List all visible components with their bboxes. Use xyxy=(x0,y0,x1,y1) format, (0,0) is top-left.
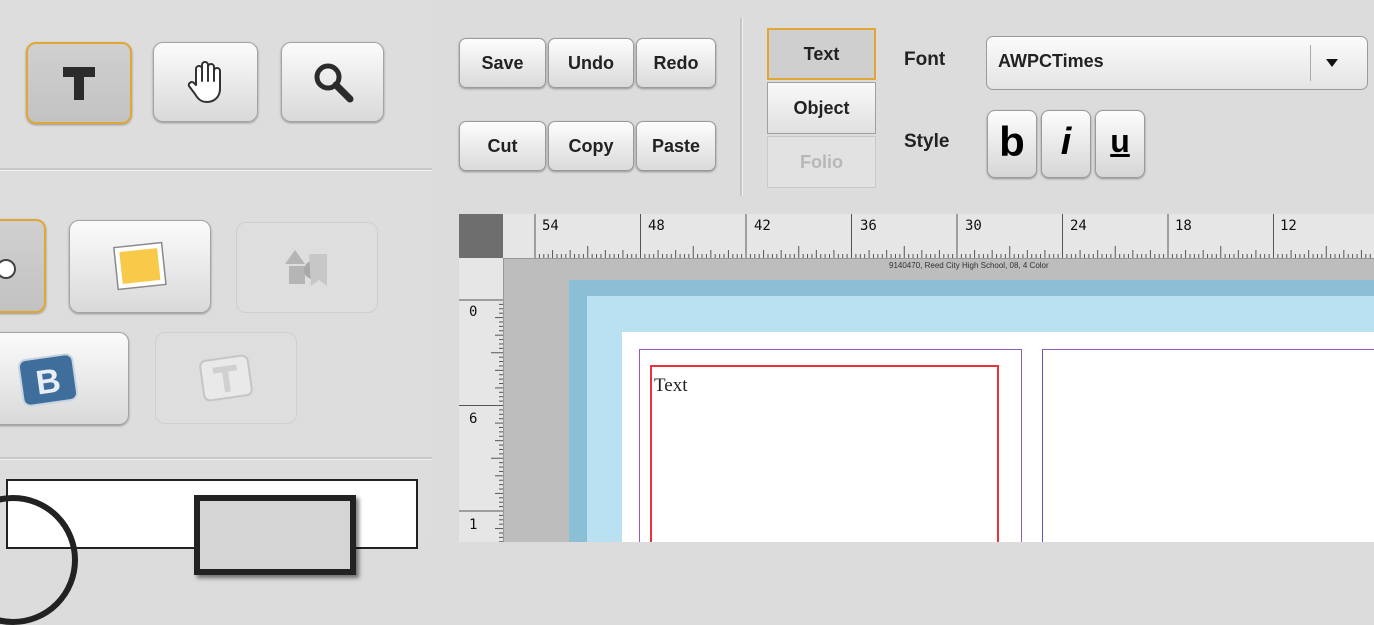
backdrop-tool-button[interactable]: B xyxy=(0,332,129,425)
ruler-label: 18 xyxy=(1175,218,1192,234)
backdrop-b-icon: B xyxy=(17,353,79,407)
circle-preview-shape[interactable] xyxy=(0,495,78,625)
text-box-content[interactable]: Text xyxy=(654,375,688,397)
tool-panel: B xyxy=(0,0,432,625)
text-box-tool-button[interactable] xyxy=(155,332,297,424)
ruler-label: 48 xyxy=(648,218,665,234)
text-box[interactable]: Text xyxy=(650,365,999,542)
object-mode-button[interactable]: Object xyxy=(767,82,876,134)
cut-button[interactable]: Cut xyxy=(459,121,546,171)
safety-margin-right-page xyxy=(1042,349,1374,542)
photo-frame-icon xyxy=(113,241,167,290)
shapes-tool-button[interactable] xyxy=(236,222,378,313)
undo-button[interactable]: Undo xyxy=(548,38,634,88)
font-dropdown[interactable]: AWPCTimes xyxy=(986,36,1368,90)
ellipse-tool-button[interactable] xyxy=(0,219,46,313)
rectangle-preview-shape[interactable] xyxy=(194,495,356,575)
chevron-down-icon xyxy=(1326,59,1338,67)
folio-mode-button[interactable]: Folio xyxy=(767,136,876,188)
horizontal-ruler-ticks xyxy=(534,214,1371,258)
magnifier-icon xyxy=(314,63,353,103)
ruler-label: 42 xyxy=(754,218,771,234)
ruler-label: 0 xyxy=(469,304,478,320)
ruler-label: 1 xyxy=(469,517,478,533)
vertical-ruler[interactable]: 0 6 1 xyxy=(459,258,504,542)
redo-button[interactable]: Redo xyxy=(636,38,716,88)
bold-button[interactable]: b xyxy=(987,110,1037,178)
panel-divider xyxy=(0,168,432,171)
dropdown-divider xyxy=(1310,45,1311,81)
style-label: Style xyxy=(904,131,950,152)
vertical-ruler-ticks xyxy=(459,299,503,542)
text-mode-button[interactable]: Text xyxy=(767,28,876,80)
svg-text:B: B xyxy=(33,361,63,402)
zoom-tool-button[interactable] xyxy=(281,42,384,122)
image-frame-tool-button[interactable] xyxy=(69,220,211,313)
font-dropdown-value: AWPCTimes xyxy=(998,51,1104,71)
page-info-text: 9140470, Reed City High School, 08, 4 Co… xyxy=(889,261,1049,270)
panel-divider-2 xyxy=(0,457,432,460)
shapes-icon xyxy=(285,249,327,286)
canvas-area[interactable]: 54 48 42 36 30 24 18 12 0 6 1 9140470, R… xyxy=(459,214,1374,542)
underline-button[interactable]: u xyxy=(1095,110,1145,178)
italic-button[interactable]: i xyxy=(1041,110,1091,178)
text-tool-button[interactable] xyxy=(26,42,132,124)
text-box-icon xyxy=(199,354,253,402)
ruler-label: 30 xyxy=(965,218,982,234)
ruler-label: 24 xyxy=(1070,218,1087,234)
copy-button[interactable]: Copy xyxy=(548,121,634,171)
ruler-label: 54 xyxy=(542,218,559,234)
bold-glyph: b xyxy=(999,118,1025,165)
save-button[interactable]: Save xyxy=(459,38,546,88)
ruler-label: 36 xyxy=(860,218,877,234)
shape-preview-panel xyxy=(0,479,418,625)
hand-tool-button[interactable] xyxy=(153,42,258,122)
ruler-label: 12 xyxy=(1280,218,1297,234)
ruler-corner xyxy=(459,214,503,258)
font-label: Font xyxy=(904,49,946,70)
italic-glyph: i xyxy=(1060,120,1072,163)
toolbar-separator xyxy=(740,18,743,196)
ruler-label: 6 xyxy=(469,411,478,427)
underline-glyph: u xyxy=(1110,122,1130,159)
horizontal-ruler[interactable]: 54 48 42 36 30 24 18 12 xyxy=(503,214,1374,259)
paste-button[interactable]: Paste xyxy=(636,121,716,171)
hand-icon xyxy=(187,61,221,103)
text-tool-icon xyxy=(63,67,95,100)
circle-shape-icon xyxy=(0,259,16,279)
